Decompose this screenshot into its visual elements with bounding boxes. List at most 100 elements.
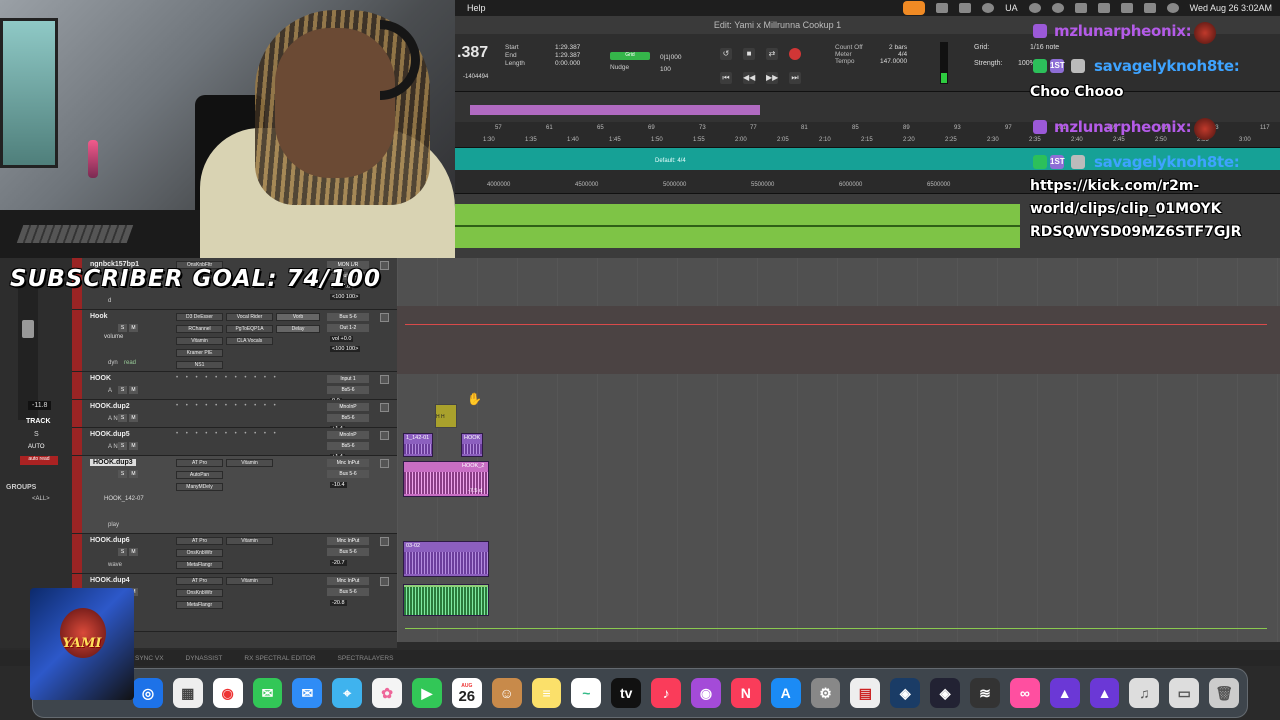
track-row[interactable]: HOOK.dup2 S M A N • • • • • • • • • • • MnoIn… [72,400,397,432]
mute-button[interactable]: M [129,414,138,422]
input-selector[interactable]: MnoInP [327,431,369,439]
maps-icon[interactable]: ⌖ [332,678,363,708]
contacts-icon[interactable]: ☺ [491,678,522,708]
menu-help[interactable]: Help [467,3,486,13]
mute-button[interactable]: M [129,324,138,332]
plugin-insert[interactable]: MetaFlangr [176,561,223,569]
screen-mirror-icon[interactable] [1074,3,1087,13]
plugin-insert[interactable]: Vitamin [226,459,273,467]
plugin-tab[interactable]: SYNC VX [135,655,164,662]
input-selector[interactable]: Mnc InPut [327,577,369,585]
output-selector[interactable]: Bus 5-6 [327,470,369,478]
automation-line[interactable] [405,324,1267,325]
output-selector[interactable]: Bs5-6 [327,386,369,394]
track-options-icon[interactable] [380,537,389,546]
track-name[interactable]: HOOK.dup6 [90,537,130,544]
pan-readout[interactable]: <100 100> [330,294,361,300]
settings-icon[interactable]: ⚙ [810,678,841,708]
audio-app-icon[interactable]: ◈ [930,678,961,708]
waves-icon[interactable]: ≋ [970,678,1000,708]
end-value[interactable]: 1:29.387 [555,52,580,60]
fader-track[interactable] [18,280,38,420]
nudge-value[interactable]: 100 [660,64,681,76]
plugin-insert[interactable]: AT Pro [176,537,223,545]
groups-all[interactable]: <ALL> [32,496,50,502]
clip-03-02[interactable]: 03-02 [403,541,489,577]
small-clip[interactable]: H H [435,404,457,428]
plugin-insert[interactable]: AT Pro [176,577,223,585]
safari-icon[interactable]: ◎ [133,678,163,708]
loop-play-button[interactable]: ⇄ [766,48,778,60]
hook-track-lane[interactable] [397,306,1280,374]
track-row[interactable]: HOOK.dup5 S M A N • • • • • • • • • • • MnoIn… [72,428,397,460]
meter-marker[interactable]: Default: 4/4 [655,158,686,164]
plugin-insert[interactable]: Vocal Rider [226,313,273,321]
volume-readout[interactable]: -20.7 [330,560,347,566]
input-selector[interactable]: Input 1 [327,375,369,383]
appstore-icon[interactable]: A [770,678,801,708]
output-selector[interactable]: Bus 5-6 [327,588,369,596]
facetime-icon[interactable]: ▶ [412,678,442,708]
messages-icon[interactable]: ✉ [252,678,283,708]
plugin-insert[interactable]: OnsKnbWtr [176,589,223,597]
mail-icon[interactable]: ✉ [292,678,323,708]
siri-icon[interactable] [1166,3,1179,13]
plugin-insert[interactable]: PgToEQP1A [226,325,273,333]
plugin-insert[interactable]: MetaFlangr [176,601,223,609]
solo-button[interactable]: S [118,442,127,450]
mute-button[interactable]: M [129,442,138,450]
plugin-insert[interactable]: Vitamin [226,537,273,545]
wifi-icon[interactable] [1097,3,1110,13]
output-selector[interactable]: Out 1-2 [327,324,369,332]
m-icon[interactable] [1028,3,1041,13]
track-name[interactable]: HOOK [90,375,111,382]
input-selector[interactable]: MnoInP [327,403,369,411]
send-slot[interactable]: Vorb [276,313,320,321]
tempo-value[interactable]: 147.0000 [880,58,907,65]
strip-auto-mode[interactable]: auto read [20,456,58,465]
strip-s[interactable]: S [34,431,39,438]
output-selector[interactable]: Bs5-6 [327,414,369,422]
solo-button[interactable]: S [118,470,127,478]
plugin-insert[interactable]: NS1 [176,361,223,369]
plugin-insert[interactable]: AT Pro [176,459,223,467]
fader-knob[interactable] [22,320,34,338]
track-row[interactable]: HOOK.dup6 S Mwave AT Pro OnsKnbWtr MetaFlangr… [72,534,397,574]
rewind-button[interactable]: ◀◀ [743,72,755,84]
track-name[interactable]: HOOK.dup5 [90,431,130,438]
plugin-tab[interactable]: RX SPECTRAL EDITOR [244,655,315,662]
plugin-insert[interactable]: AutoPan [176,471,223,479]
solo-button[interactable]: S [118,324,127,332]
music-icon[interactable]: ♪ [651,678,682,708]
grid-icon[interactable] [936,3,949,13]
track-mode[interactable]: play [108,522,119,528]
creative-cloud-icon[interactable]: ∞ [1009,678,1040,708]
clip-142-01[interactable]: 1_142-01 [403,433,433,457]
photos-icon[interactable]: ✿ [372,678,403,708]
track-mode[interactable]: A N [108,416,118,422]
solo-button[interactable]: S [118,414,127,422]
launchpad-icon[interactable]: ▦ [172,678,203,708]
track-options-icon[interactable] [380,431,389,440]
track-mode[interactable]: dyn [108,360,118,366]
plugin-insert[interactable]: CLA Vocals [226,337,273,345]
main-counter[interactable]: .387 [457,44,488,62]
app-purple2-icon[interactable]: ▲ [1089,678,1120,708]
plugin-insert[interactable]: ManyMDely [176,483,223,491]
mute-button[interactable]: M [129,386,138,394]
plugin-insert[interactable]: Kramer PIE [176,349,223,357]
track-options-icon[interactable] [380,459,389,468]
control-center-icon[interactable] [1143,3,1156,13]
solo-button[interactable]: S [118,548,127,556]
start-value[interactable]: 1:29.387 [555,44,580,52]
track-mode[interactable]: d [108,298,111,304]
track-mode[interactable]: A N [108,444,118,450]
volume-readout[interactable]: -10.4 [330,482,347,488]
meter-value[interactable]: 4/4 [880,51,907,58]
track-row[interactable]: HOOK.dup3 S M HOOK_142-07 play AT Pro AutoPan M… [72,456,397,534]
track-name[interactable]: HOOK.dup4 [90,577,130,584]
strip-auto[interactable]: AUTO [28,444,45,450]
grid-mode-badge[interactable]: Grid [610,52,650,60]
count-off-label[interactable]: Count Off [835,44,863,51]
plugin-tab[interactable]: DYNASSIST [186,655,223,662]
